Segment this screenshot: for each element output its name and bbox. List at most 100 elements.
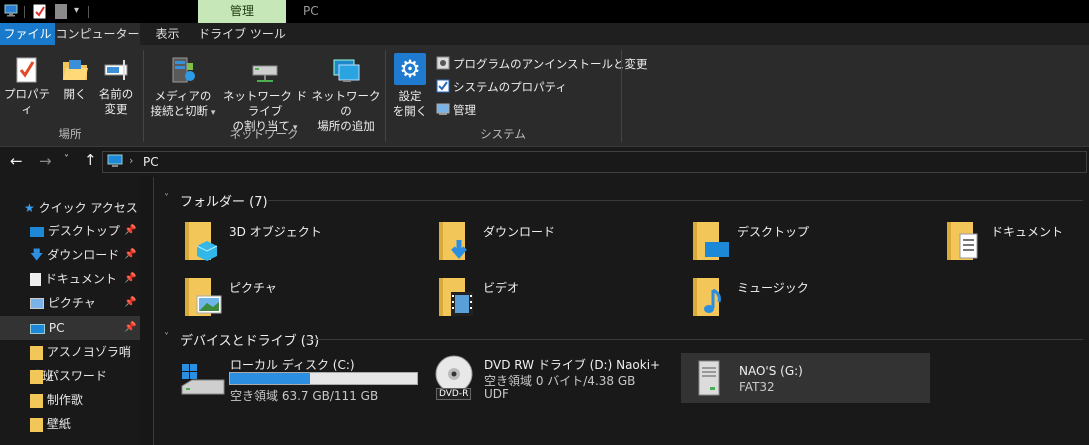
computer-icon xyxy=(4,4,18,20)
media-label-1: メディアの xyxy=(154,89,212,103)
pictures-folder-icon xyxy=(183,276,223,323)
folders-section-header[interactable]: フォルダー (7) xyxy=(180,191,268,210)
drive-c[interactable]: ローカル ディスク (C:) 空き領域 63.7 GB/111 GB xyxy=(176,354,426,404)
rename-label-2: 変更 xyxy=(104,102,128,116)
system-properties-label: システムのプロパティ xyxy=(453,79,567,94)
sidebar-item-folder[interactable]: 壁紙 xyxy=(0,412,140,436)
sidebar-item-label: ドキュメント xyxy=(44,272,117,286)
sidebar-item-folder[interactable]: 制作歌 xyxy=(0,388,140,412)
address-bar[interactable] xyxy=(102,151,1087,173)
sidebar-item-downloads[interactable]: 🡇 ダウンロード 📌 xyxy=(0,243,140,267)
collapse-chevron-icon[interactable]: ˅ xyxy=(164,332,169,343)
drive-name: DVD RW ドライブ (D:) Naoki+ xyxy=(484,358,661,372)
sidebar-item-label: 制作歌 xyxy=(46,393,83,407)
drive-g[interactable]: NAO'S (G:) FAT32 xyxy=(681,353,930,403)
rename-icon xyxy=(102,56,130,87)
up-arrow-icon[interactable]: ↑ xyxy=(84,151,97,169)
sidebar-item-pictures[interactable]: ピクチャ 📌 xyxy=(0,291,140,315)
tab-view[interactable]: 表示 xyxy=(140,23,195,45)
sidebar-item-label: パスワード xyxy=(46,369,107,383)
manage-button[interactable]: 管理 xyxy=(436,101,476,119)
documents-folder-icon xyxy=(945,220,981,267)
pc-address-icon xyxy=(107,154,123,171)
star-icon: ★ xyxy=(24,201,35,215)
qat-dropdown-icon[interactable]: ▾ xyxy=(74,5,79,16)
uninstall-label: プログラムのアンインストールと変更 xyxy=(453,56,648,71)
folder-icon xyxy=(30,417,43,432)
collapse-chevron-icon[interactable]: ˅ xyxy=(164,193,169,204)
properties-label: プロパティ xyxy=(4,87,50,116)
properties-qat-icon[interactable] xyxy=(33,4,46,22)
map-network-drive-button[interactable]: ネットワーク ドライブ の割り当て ▾ xyxy=(219,56,311,136)
folder-name: ミュージック xyxy=(737,281,809,295)
back-arrow-icon[interactable]: ← xyxy=(10,152,23,170)
drive-filesystem: UDF xyxy=(484,387,509,401)
forward-arrow-icon[interactable]: → xyxy=(39,152,52,170)
drive-name: NAO'S (G:) xyxy=(739,364,803,378)
tab-file[interactable]: ファイル xyxy=(0,23,55,45)
pin-icon: 📌 xyxy=(124,322,137,333)
open-settings-button[interactable]: ⚙ 設定 を開く xyxy=(390,53,430,119)
pin-icon: 📌 xyxy=(124,273,137,284)
pin-icon: 📌 xyxy=(124,297,137,308)
media-label-2: 接続と切断 xyxy=(150,104,209,118)
title-bar xyxy=(0,0,1089,23)
sidebar-item-label: PC xyxy=(48,321,65,335)
folder-name: デスクトップ xyxy=(737,225,810,239)
qat-separator-2 xyxy=(88,6,89,18)
properties-button[interactable]: プロパティ xyxy=(2,56,52,117)
drive-free-space: 空き領域 63.7 GB/111 GB xyxy=(230,389,379,403)
drive-usage-fill xyxy=(230,373,311,384)
drives-section-header[interactable]: デバイスとドライブ (3) xyxy=(180,330,319,349)
network-group-label: ネットワーク xyxy=(229,127,299,141)
manage-label: 管理 xyxy=(453,102,476,117)
desktop-folder-icon xyxy=(691,220,731,267)
sidebar-item-pc[interactable]: PC 📌 xyxy=(0,316,140,340)
folder-name: ビデオ xyxy=(483,281,520,295)
music-folder-icon xyxy=(691,276,727,323)
sidebar-scrollbar[interactable] xyxy=(140,177,153,445)
tab-computer[interactable]: コンピューター xyxy=(55,23,140,45)
breadcrumb-chevron-icon[interactable]: › xyxy=(129,154,133,167)
breadcrumb-pc[interactable]: PC xyxy=(143,155,159,169)
folder-name: ドキュメント xyxy=(991,225,1064,239)
videos-folder-icon xyxy=(437,276,477,323)
network-drive-icon xyxy=(250,56,280,89)
window-title: PC xyxy=(303,4,319,18)
recent-locations-chevron-icon[interactable]: ˅ xyxy=(64,154,69,165)
tab-drive-tools[interactable]: ドライブ ツール xyxy=(198,23,286,45)
rename-button[interactable]: 名前の 変更 xyxy=(96,56,136,117)
sidebar-item-label: 壁紙 xyxy=(46,417,71,431)
sidebar-item-label: デスクトップ xyxy=(47,224,120,238)
dvd-badge: DVD-R xyxy=(436,388,472,400)
system-properties-button[interactable]: システムのプロパティ xyxy=(436,78,567,96)
open-button[interactable]: 開く xyxy=(56,56,94,102)
sidebar-item-label: ダウンロード xyxy=(47,248,120,262)
folder-icon xyxy=(30,393,43,408)
sidebar-item-desktop[interactable]: デスクトップ 📌 xyxy=(0,219,140,243)
pc-icon xyxy=(30,323,45,334)
sidebar-item-documents[interactable]: ドキュメント 📌 xyxy=(0,267,140,291)
folder-name: 3D オブジェクト xyxy=(229,225,322,239)
folder-icon xyxy=(30,369,43,384)
new-folder-qat-icon[interactable] xyxy=(55,4,67,22)
sidebar-item-folder[interactable]: パスワード xyxy=(0,364,140,388)
system-group-label: システム xyxy=(480,127,526,141)
uninstall-programs-button[interactable]: プログラムのアンインストールと変更 xyxy=(436,55,647,73)
network-location-icon xyxy=(331,56,361,89)
system-properties-icon xyxy=(436,79,450,96)
document-icon xyxy=(30,273,41,286)
drive-d[interactable]: DVD-R DVD RW ドライブ (D:) Naoki+ 空き領域 0 バイト… xyxy=(430,354,670,404)
uninstall-icon xyxy=(436,56,450,73)
folder-name: ダウンロード xyxy=(483,225,556,239)
sidebar-item-folder[interactable]: アスノヨゾラ哨戒班 xyxy=(0,340,140,383)
computer-management-icon xyxy=(436,102,450,119)
manage-context-tab[interactable]: 管理 xyxy=(198,0,286,23)
media-connect-button[interactable]: メディアの 接続と切断 ▾ xyxy=(148,56,218,121)
ribbon-separator xyxy=(385,50,386,142)
removable-drive-icon xyxy=(697,359,721,400)
sidebar-item-quick-access[interactable]: ★ クイック アクセス xyxy=(0,196,140,220)
open-label: 開く xyxy=(63,87,87,101)
add-network-location-button[interactable]: ネットワークの 場所の追加 xyxy=(311,56,381,134)
download-icon: 🡇 xyxy=(30,248,44,263)
